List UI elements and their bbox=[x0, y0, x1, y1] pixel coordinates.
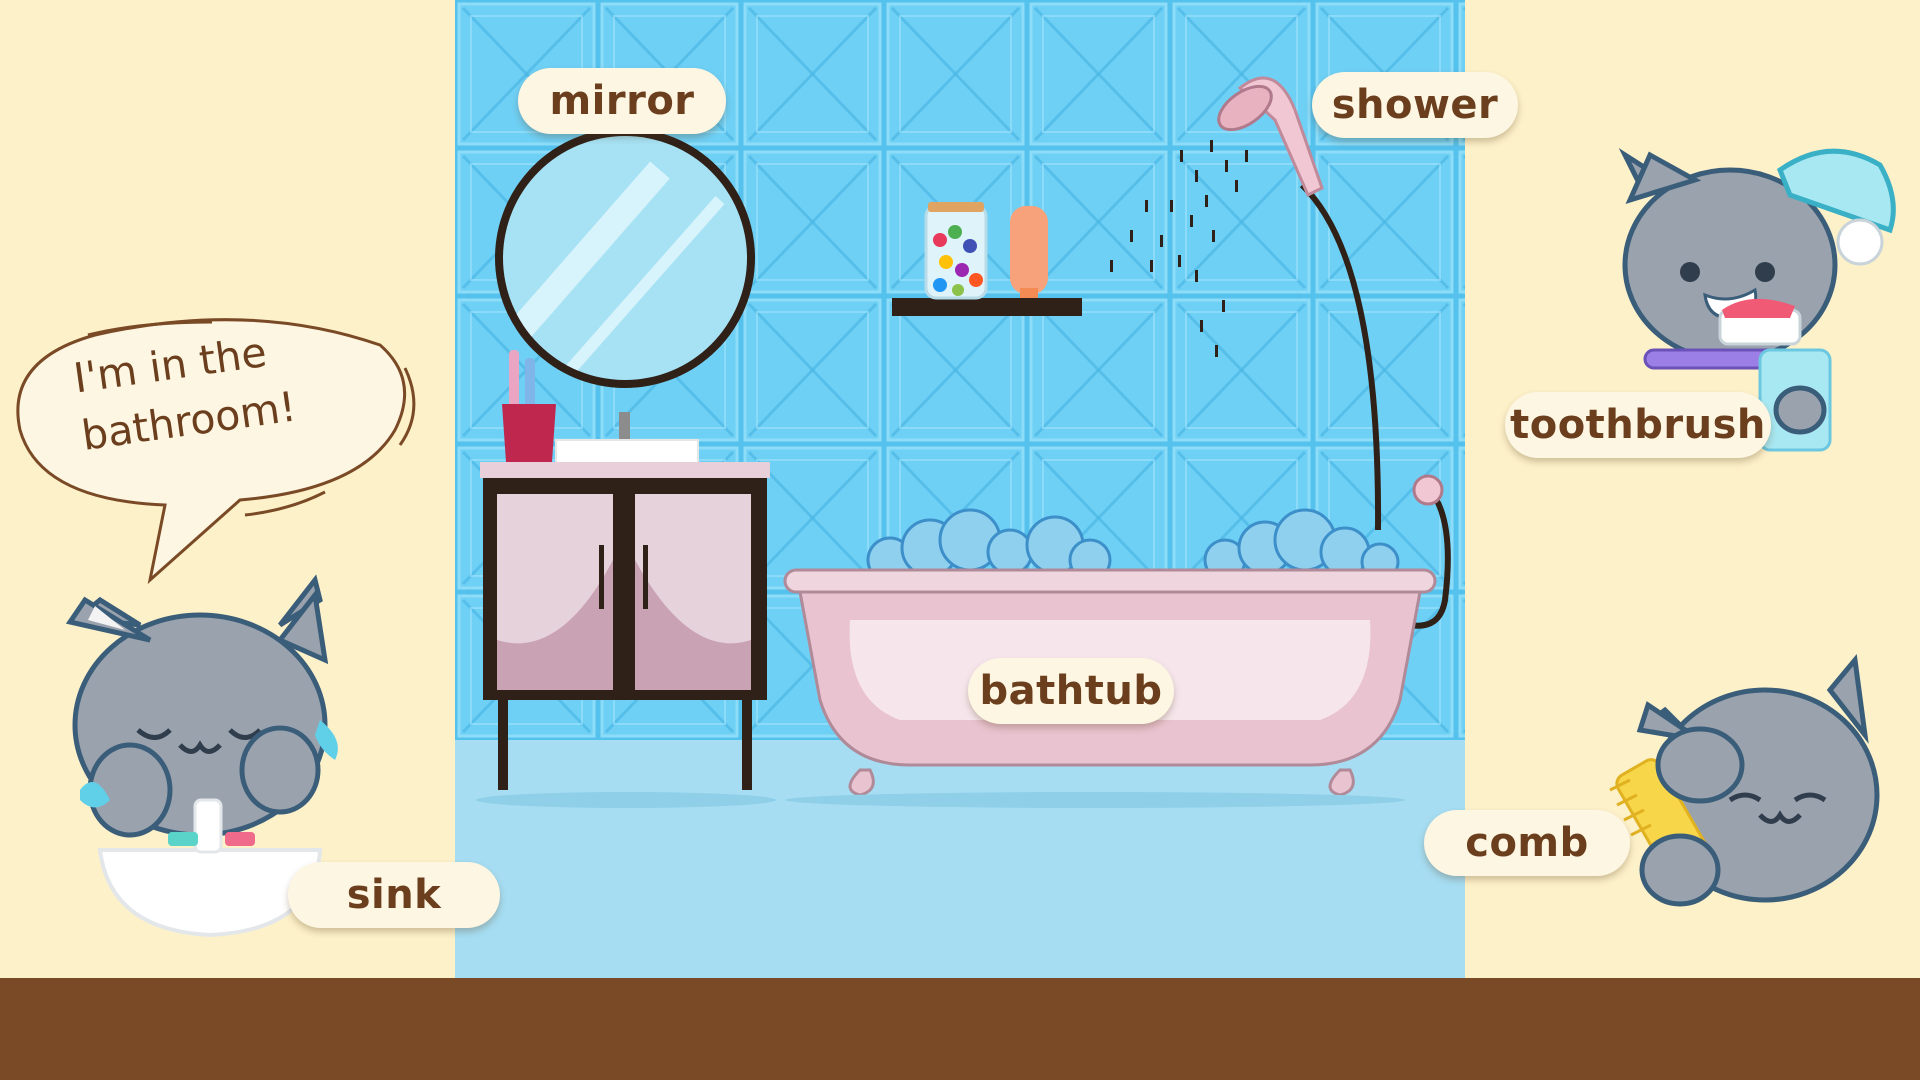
label-mirror[interactable]: mirror bbox=[518, 68, 726, 134]
label-sink[interactable]: sink bbox=[288, 862, 500, 928]
brown-floor-strip bbox=[0, 978, 1920, 1080]
sink-basin-top bbox=[555, 439, 699, 465]
faucet bbox=[619, 412, 630, 442]
bathroom-scene bbox=[0, 0, 1920, 1080]
label-toothbrush[interactable]: toothbrush bbox=[1505, 392, 1771, 458]
mirror bbox=[495, 128, 755, 388]
bathroom-floor bbox=[455, 740, 1465, 978]
label-shower[interactable]: shower bbox=[1312, 72, 1518, 138]
cat-combing-hair bbox=[1609, 654, 1880, 907]
label-bathtub[interactable]: bathtub bbox=[968, 658, 1174, 724]
label-comb[interactable]: comb bbox=[1424, 810, 1630, 876]
